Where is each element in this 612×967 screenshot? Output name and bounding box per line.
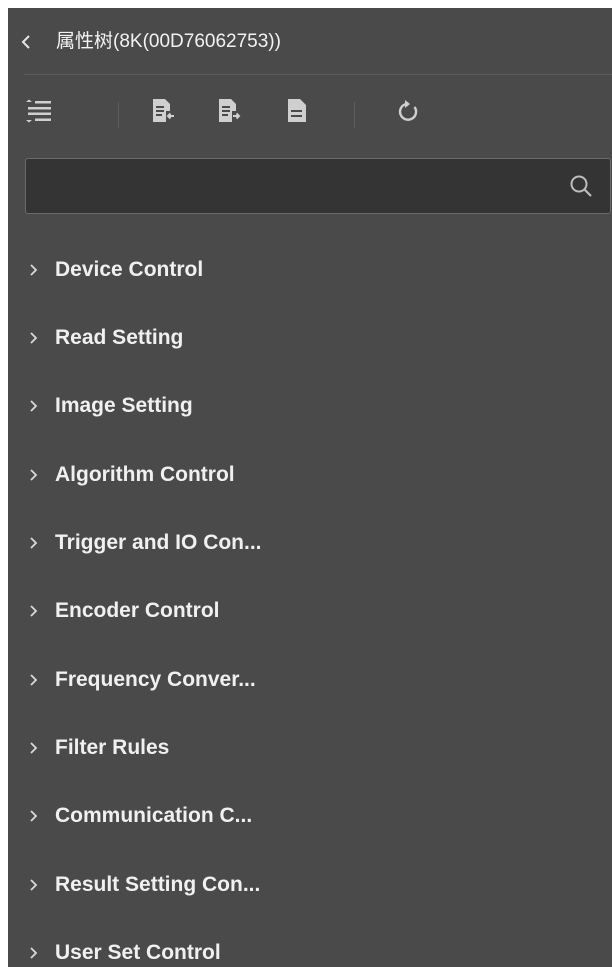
chevron-right-icon [30,742,38,754]
panel-title: 属性树(8K(00D76062753)) [56,31,281,52]
toolbar-separator [354,102,355,128]
tree-item-label: Frequency Conver... [55,668,256,691]
tree-item-frequency-converter[interactable]: Frequency Conver... [8,660,612,700]
tree-item-label: Filter Rules [55,736,170,759]
header-divider [24,74,612,75]
import-button[interactable] [148,94,178,128]
chevron-right-icon [30,605,38,617]
tree-item-label: Trigger and IO Con... [55,531,262,554]
chevron-right-icon [30,810,38,822]
document-icon [288,99,306,122]
chevron-left-icon [21,35,30,49]
tree-item-label: Image Setting [55,394,193,417]
property-tree-panel: 属性树(8K(00D76062753)) Device Control Read… [8,8,612,967]
document-button[interactable] [282,94,312,128]
tree-item-label: Read Setting [55,326,184,349]
tree-item-label: Algorithm Control [55,463,235,486]
chevron-right-icon [30,674,38,686]
tree-item-trigger-io-control[interactable]: Trigger and IO Con... [8,523,612,563]
chevron-right-icon [30,947,38,959]
panel-header: 属性树(8K(00D76062753)) [8,8,612,74]
list-indent-icon [26,99,51,123]
toolbar [8,88,612,140]
back-button[interactable] [18,32,34,52]
refresh-button[interactable] [394,94,424,128]
tree-item-label: Result Setting Con... [55,873,261,896]
import-icon [153,99,174,122]
search-input[interactable] [36,169,560,205]
search-icon[interactable] [568,173,594,199]
tree-item-result-setting-control[interactable]: Result Setting Con... [8,865,612,905]
chevron-right-icon [30,879,38,891]
tree-item-encoder-control[interactable]: Encoder Control [8,591,612,631]
export-icon [219,99,241,122]
chevron-right-icon [30,469,38,481]
tree-item-label: User Set Control [55,941,221,964]
export-button[interactable] [214,94,244,128]
tree-item-image-setting[interactable]: Image Setting [8,386,612,426]
tree-item-algorithm-control[interactable]: Algorithm Control [8,455,612,495]
tree-item-label: Encoder Control [55,599,220,622]
tree-item-user-set-control[interactable]: User Set Control [8,933,612,967]
chevron-right-icon [30,264,38,276]
tree-item-label: Communication C... [55,804,253,827]
chevron-right-icon [30,537,38,549]
tree-item-device-control[interactable]: Device Control [8,250,612,290]
refresh-icon [398,100,418,121]
tree-item-read-setting[interactable]: Read Setting [8,318,612,358]
search-box [25,158,611,214]
tree-item-communication-control[interactable]: Communication C... [8,796,612,836]
chevron-right-icon [30,400,38,412]
expand-collapse-button[interactable] [23,94,53,128]
tree-item-label: Device Control [55,258,204,281]
toolbar-separator [118,102,119,128]
chevron-right-icon [30,332,38,344]
tree-item-filter-rules[interactable]: Filter Rules [8,728,612,768]
